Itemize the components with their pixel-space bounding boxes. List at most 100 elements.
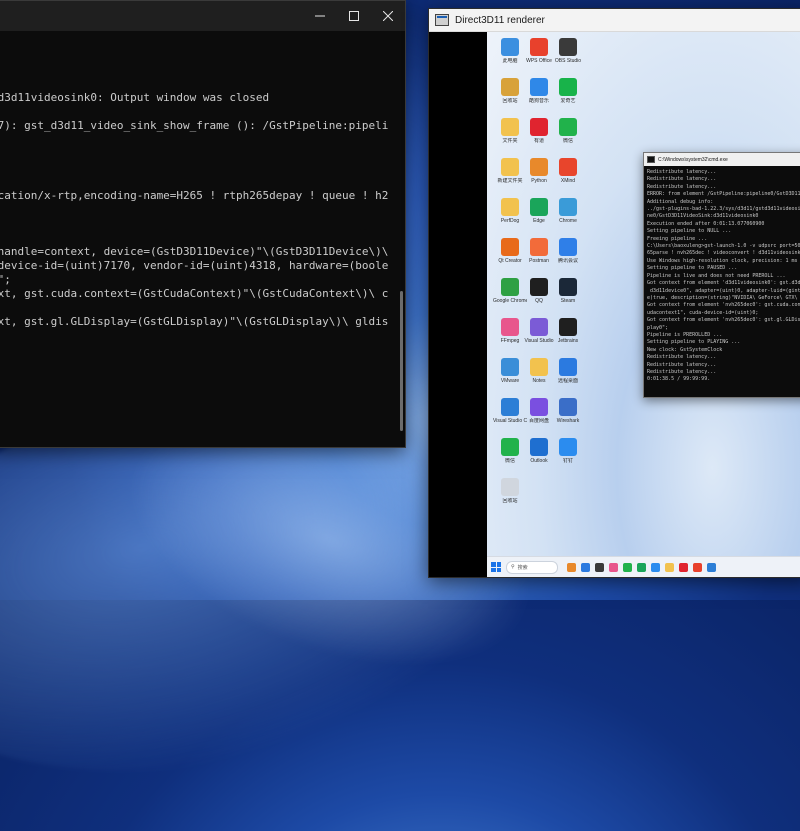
rendered-taskbar: ⚲ 搜索 <box>487 556 800 577</box>
app-icon <box>501 118 519 136</box>
rendered-desktop: 此电脑 WPS Office OBS Studio 回收站 酷狗音乐 爱奇艺 文件夹 有道 微信… <box>487 32 800 577</box>
terminal-line: .handle=context, device=(GstD3D11Device)… <box>0 245 389 258</box>
desktop-icon[interactable]: 远程桌面 <box>551 358 585 392</box>
desktop-icon[interactable]: 回收站 <box>493 478 527 512</box>
desktop-icon[interactable]: Steam <box>551 278 585 312</box>
cmd-line: Redistribute latency... <box>647 354 717 361</box>
app-icon <box>501 238 519 256</box>
taskbar-app-icon[interactable] <box>665 562 674 572</box>
desktop-icon-label: Chrome <box>559 218 577 224</box>
close-button[interactable] <box>371 1 405 31</box>
app-icon <box>530 358 548 376</box>
terminal-line: B"; <box>0 273 11 286</box>
terminal-titlebar[interactable] <box>0 1 405 31</box>
desktop-icon-label: 微信 <box>562 138 573 144</box>
cmd-line: Pipeline is PREROLLED ... <box>647 331 723 338</box>
cmd-line: play0"; <box>647 324 669 331</box>
desktop-icon[interactable]: Chrome <box>551 198 585 232</box>
cmd-line: ne0/GstD3D11VideoSink:d3d11videosink0 <box>647 213 759 220</box>
taskbar-app-icon[interactable] <box>609 562 618 572</box>
desktop-icon[interactable]: Wireshark <box>551 398 585 432</box>
cmd-line: Setting pipeline to PAUSED ... <box>647 265 738 272</box>
cmd-line: 0:01:38.5 / 99:99:99. <box>647 376 711 383</box>
desktop-icon-label: 远程桌面 <box>557 378 578 384</box>
cmd-line: Redistribute latency... <box>647 368 717 375</box>
cmd-icon <box>647 156 655 163</box>
terminal-window[interactable]: :d3d11videosink0: Output window was clos… <box>0 0 406 448</box>
terminal-scrollbar[interactable] <box>400 291 403 431</box>
taskbar-search[interactable]: ⚲ 搜索 <box>506 560 558 574</box>
cmd-output[interactable]: Redistribute latency... Redistribute late… <box>644 166 800 396</box>
window-controls <box>303 1 405 31</box>
taskbar-app-icon[interactable] <box>707 562 716 572</box>
desktop-icon[interactable]: 爱奇艺 <box>551 78 585 112</box>
taskbar-app-icon[interactable] <box>679 562 688 572</box>
cmd-line: Redistribute latency... <box>647 169 717 175</box>
app-icon <box>559 358 577 376</box>
cmd-line: Redistribute latency... <box>647 183 717 190</box>
desktop-icon-label: XMind <box>560 178 576 184</box>
app-icon <box>559 78 577 96</box>
app-icon <box>530 158 548 176</box>
app-icon <box>530 78 548 96</box>
cmd-line: Got context from element 'd3d11videosink… <box>647 280 800 287</box>
app-icon <box>501 318 519 336</box>
cmd-line: Use Windows high-resolution clock, preci… <box>647 257 798 264</box>
app-icon <box>559 278 577 296</box>
desktop-icon-label: 腾讯会议 <box>557 258 578 264</box>
app-icon <box>530 238 548 256</box>
cmd-line: Redistribute latency... <box>647 361 717 368</box>
cmd-line: Got context from element 'nvh265dec0': g… <box>647 317 800 324</box>
start-icon[interactable] <box>491 562 501 572</box>
app-icon <box>559 398 577 416</box>
search-icon: ⚲ <box>511 564 515 570</box>
desktop-icon[interactable]: Jetbrains <box>551 318 585 352</box>
app-icon <box>501 198 519 216</box>
desktop-icon[interactable]: 钉钉 <box>551 438 585 472</box>
app-icon <box>530 118 548 136</box>
maximize-button[interactable] <box>337 1 371 31</box>
desktop-icon[interactable]: OBS Studio <box>551 38 585 72</box>
desktop-icon[interactable]: 腾讯会议 <box>551 238 585 272</box>
app-icon <box>530 398 548 416</box>
taskbar-app-icon[interactable] <box>567 562 576 572</box>
desktop-icon-label: 回收站 <box>502 498 518 504</box>
cmd-line: Additional debug info: <box>647 198 714 205</box>
desktop-icon[interactable]: 微信 <box>551 118 585 152</box>
app-icon <box>559 158 577 176</box>
desktop-icon-label: 钉钉 <box>562 458 573 464</box>
desktop-icon[interactable]: XMind <box>551 158 585 192</box>
terminal-output[interactable]: :d3d11videosink0: Output window was clos… <box>0 31 395 447</box>
app-icon <box>501 398 519 416</box>
cmd-window[interactable]: C:\Windows\system32\cmd.exe — □ ✕ Redist… <box>643 152 800 398</box>
renderer-title: Direct3D11 renderer <box>455 14 545 26</box>
app-icon <box>530 38 548 56</box>
cmd-title: C:\Windows\system32\cmd.exe <box>658 156 728 163</box>
cmd-titlebar[interactable]: C:\Windows\system32\cmd.exe — □ ✕ <box>644 153 800 166</box>
taskbar-app-icon[interactable] <box>581 562 590 572</box>
cmd-line: ERROR: from element /GstPipeline:pipelin… <box>647 191 800 198</box>
taskbar-app-icon[interactable] <box>651 562 660 572</box>
app-icon <box>559 118 577 136</box>
cmd-line: udacontext1", cuda-device-id=(uint)0; <box>647 309 759 316</box>
terminal-line: ication/x-rtp,encoding-name=H265 ! rtph2… <box>0 189 389 202</box>
taskbar-app-icon[interactable] <box>637 562 646 572</box>
renderer-window[interactable]: Direct3D11 renderer 此电脑 WPS Office OBS Stu… <box>428 8 800 578</box>
app-icon <box>530 438 548 456</box>
taskbar-app-icon[interactable] <box>693 562 702 572</box>
app-icon <box>501 158 519 176</box>
renderer-titlebar[interactable]: Direct3D11 renderer <box>429 9 800 32</box>
app-icon <box>559 318 577 336</box>
minimize-button[interactable] <box>303 1 337 31</box>
taskbar-app-icon[interactable] <box>623 562 632 572</box>
cmd-line: Redistribute latency... <box>647 176 717 183</box>
cmd-line: Freeing pipeline ... <box>647 235 708 242</box>
maximize-icon <box>349 11 359 21</box>
taskbar-app-icon[interactable] <box>595 562 604 572</box>
